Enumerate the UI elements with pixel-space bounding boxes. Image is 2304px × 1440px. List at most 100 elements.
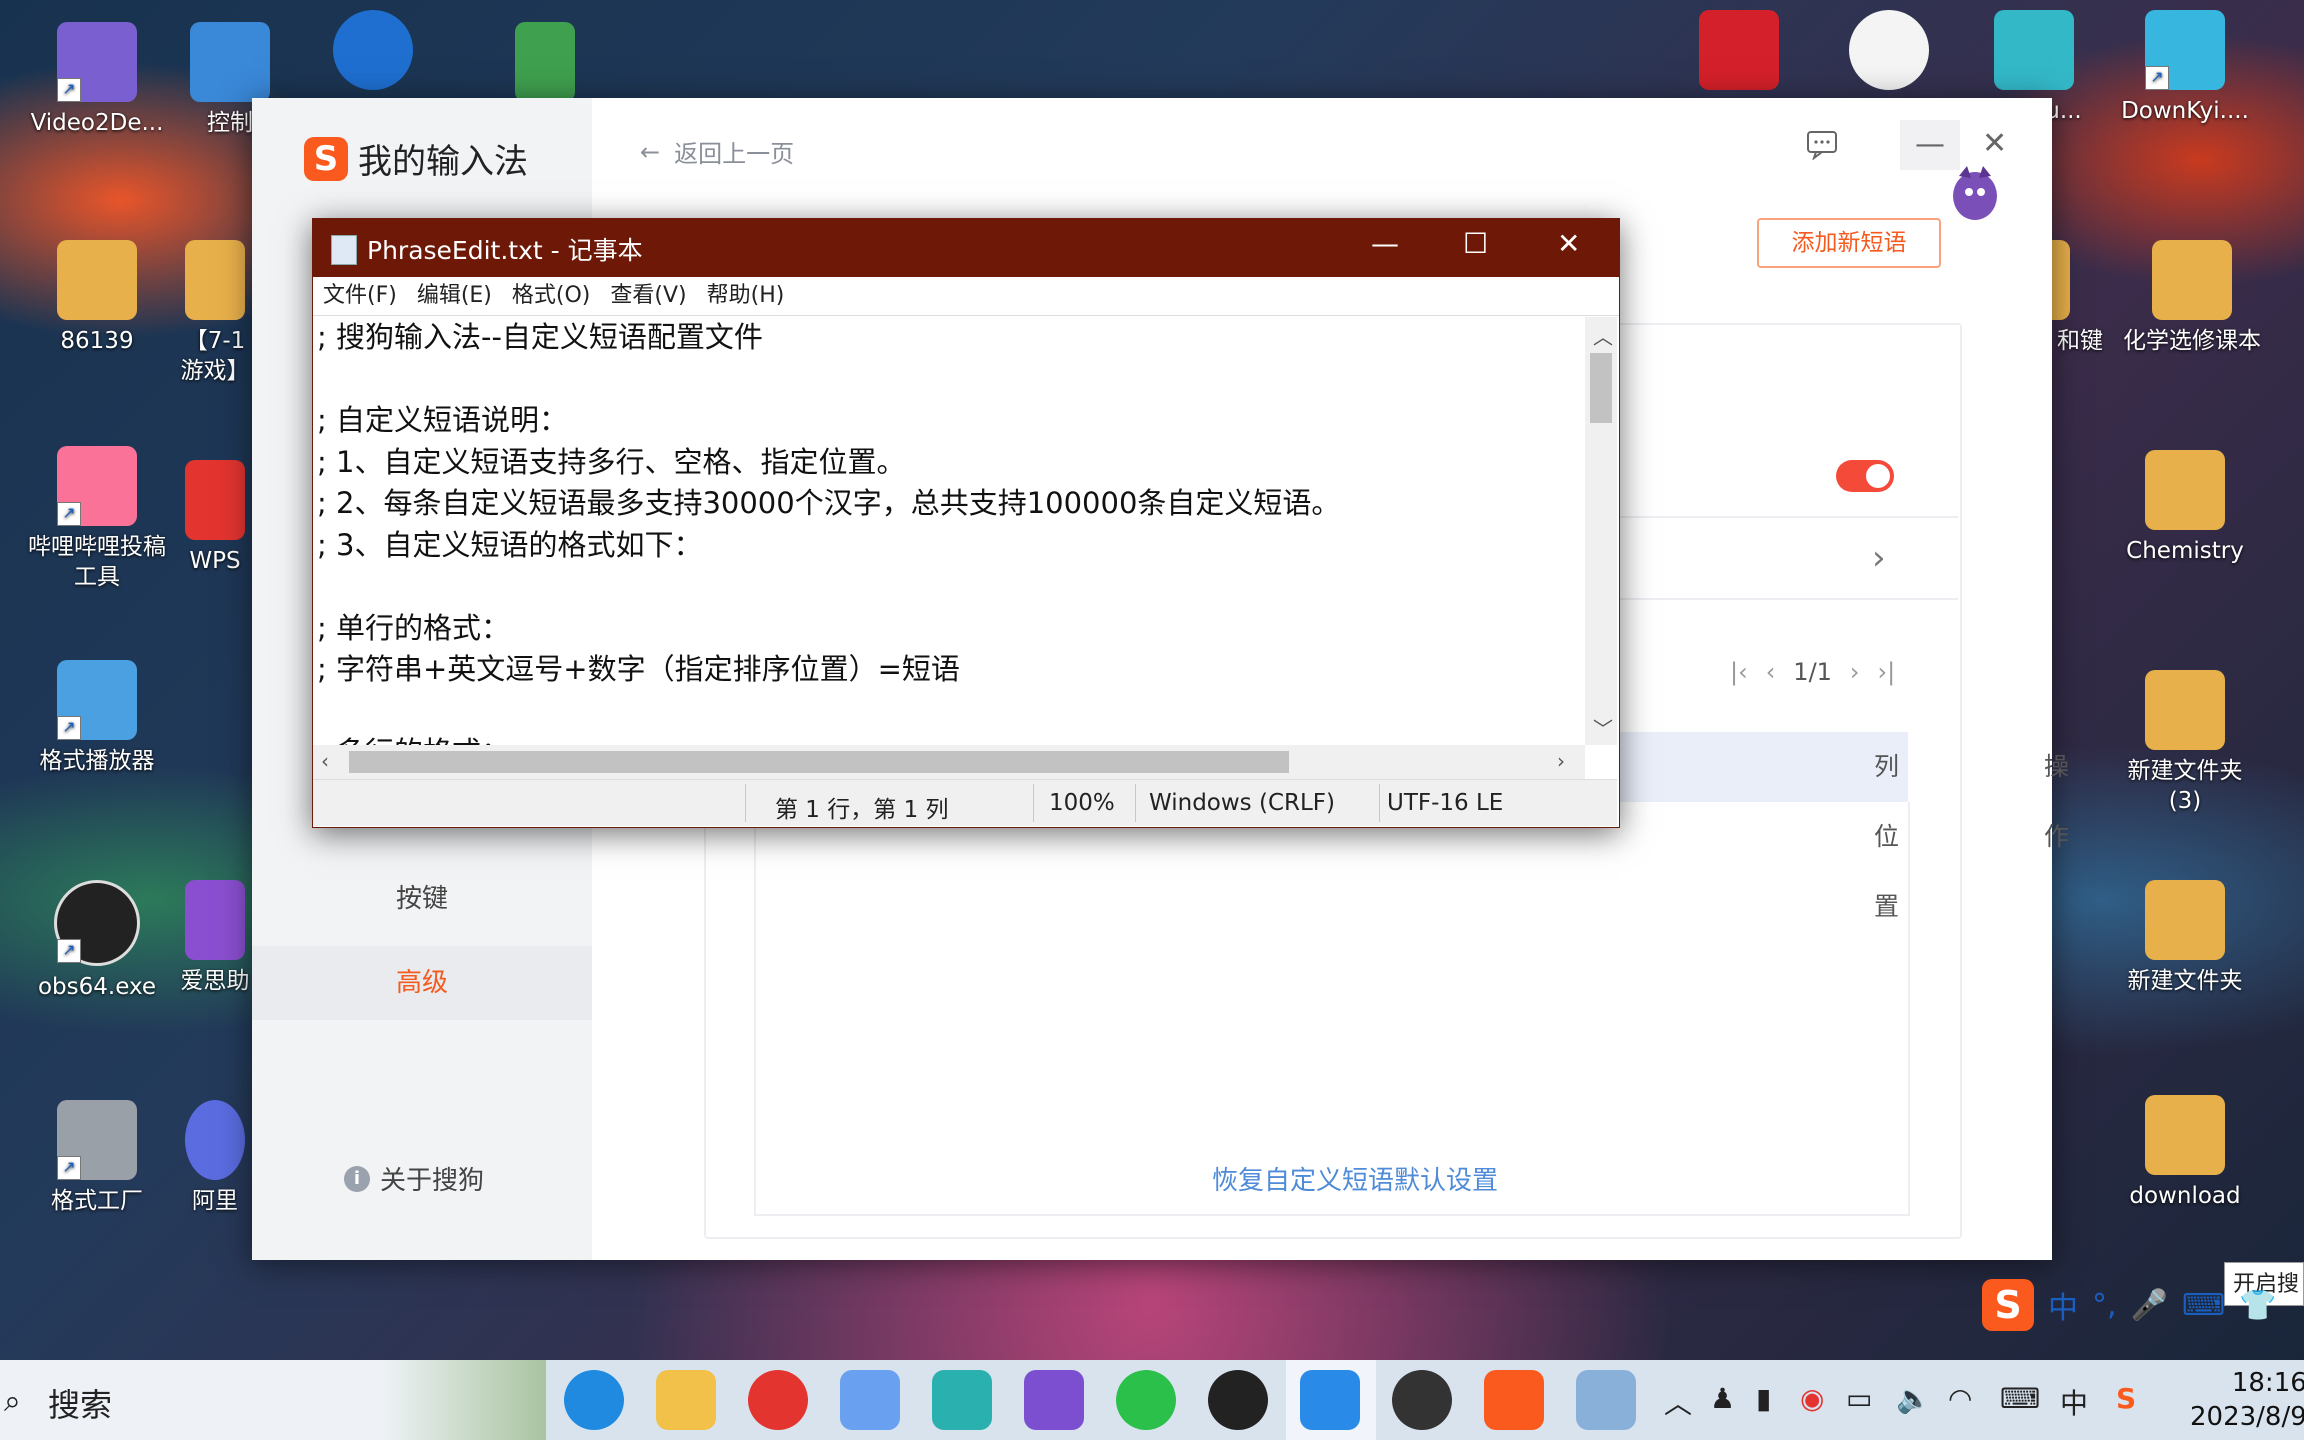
desktop-icon-aisi[interactable]: 爱思助 [170, 880, 260, 996]
desktop-icon-chemistry[interactable]: Chemistry [2110, 450, 2260, 566]
desktop-icon-game-folder[interactable]: 【7-1 游戏】 [170, 240, 260, 386]
menu-file[interactable]: 文件(F) [323, 277, 397, 315]
keyboard-icon[interactable]: ⌨ [2000, 1382, 2040, 1415]
desktop-icon-green[interactable] [500, 22, 590, 108]
menu-edit[interactable]: 编辑(E) [417, 277, 492, 315]
wps-icon [185, 460, 245, 540]
tray-app-icon[interactable]: ♟ [1710, 1382, 1735, 1415]
folder-icon [185, 240, 245, 320]
close-button[interactable]: ✕ [1982, 126, 2007, 161]
text-line: ; 单行的格式： [317, 610, 510, 645]
chevron-right-icon[interactable]: › [1872, 538, 1886, 578]
sogou-logo-icon[interactable]: S [1982, 1279, 2034, 1331]
menu-help[interactable]: 帮助(H) [707, 277, 785, 315]
desktop-icon-86139[interactable]: 86139 [22, 240, 172, 356]
desktop-icon-downkyi[interactable]: ↗ DownKyi.... [2110, 10, 2260, 126]
ime-lang-indicator[interactable]: 中 [2060, 1382, 2088, 1422]
next-page-icon[interactable]: › [1850, 658, 1860, 686]
desktop-icon-red-hex[interactable] [1664, 10, 1814, 96]
desktop-icon-ali[interactable]: 阿里 [170, 1100, 260, 1216]
scroll-up-icon[interactable]: ︿ [1593, 321, 1613, 350]
last-page-icon[interactable]: ›| [1878, 658, 1896, 686]
desktop-icon-iu[interactable] [318, 10, 428, 96]
desktop-icon-bilibili[interactable]: ↗ 哔哩哔哩投稿工具 [22, 446, 172, 592]
wechat-icon[interactable] [1116, 1370, 1176, 1430]
scroll-left-icon[interactable]: ‹ [321, 749, 329, 773]
sogou-icon[interactable] [1484, 1370, 1544, 1430]
obs-icon[interactable] [1392, 1370, 1452, 1430]
desktop-icon-obs[interactable]: ↗ obs64.exe [22, 880, 172, 1002]
app-icon[interactable] [932, 1370, 992, 1430]
notepad-icon[interactable] [1576, 1370, 1636, 1430]
feedback-icon[interactable] [1806, 130, 1838, 168]
skin-icon[interactable]: 👕 [2239, 1288, 2276, 1323]
netease-music-icon[interactable] [748, 1370, 808, 1430]
desktop-icon-download[interactable]: download [2110, 1095, 2260, 1211]
sogou-logo-icon: S [304, 136, 348, 181]
notepad-text-area[interactable]: ; 搜狗输入法--自定义短语配置文件 ; 自定义短语说明： ; 1、自定义短语支… [313, 317, 1589, 745]
ime-toolbar: S 中 °, 🎤 ⌨ 👕 [1982, 1270, 2304, 1340]
ime-lang-toggle[interactable]: 中 [2048, 1283, 2078, 1327]
microphone-icon[interactable]: ▮ [1756, 1382, 1771, 1415]
chevron-up-icon[interactable]: ︿ [1664, 1382, 1692, 1422]
about-sogou-link[interactable]: i 关于搜狗 [344, 1160, 484, 1197]
qq-icon[interactable] [1208, 1370, 1268, 1430]
first-page-icon[interactable]: |‹ [1730, 658, 1748, 686]
sidebar-item-keys[interactable]: 按键 [252, 862, 592, 936]
volume-icon[interactable]: 🔈 [1896, 1382, 1931, 1415]
clock[interactable]: 18:16 2023/8/9 [2190, 1366, 2304, 1434]
desktop-icon-flower[interactable] [1814, 10, 1964, 96]
microphone-icon[interactable]: 🎤 [2131, 1288, 2168, 1323]
maximize-button[interactable]: ☐ [1463, 227, 1488, 260]
sidebar-item-advanced[interactable]: 高级 [252, 946, 592, 1020]
scroll-right-icon[interactable]: › [1557, 749, 1565, 773]
restore-default-link[interactable]: 恢复自定义短语默认设置 [1212, 1160, 1498, 1197]
prev-page-icon[interactable]: ‹ [1766, 658, 1776, 686]
horizontal-scrollbar[interactable]: ‹ › [313, 745, 1585, 779]
sogou-tray-icon[interactable]: S [2116, 1382, 2136, 1415]
add-phrase-button[interactable]: 添加新短语 [1757, 218, 1941, 268]
desktop-icon-format-factory[interactable]: ↗ 格式工厂 [22, 1100, 172, 1216]
desktop-icon-new-folder[interactable]: 新建文件夹 [2110, 880, 2260, 996]
feishu-icon[interactable] [1300, 1370, 1360, 1430]
vertical-scrollbar[interactable]: ︿ ﹀ [1585, 317, 1617, 745]
minimize-button[interactable]: — [1371, 227, 1399, 260]
keyboard-icon[interactable]: ⌨ [2182, 1288, 2225, 1323]
app-icon[interactable] [840, 1370, 900, 1430]
cursor-position: 第 1 行，第 1 列 [775, 797, 949, 823]
file-explorer-icon[interactable] [656, 1370, 716, 1430]
scroll-down-icon[interactable]: ﹀ [1593, 713, 1613, 742]
desktop-icon-video2de[interactable]: ↗ Video2De... [22, 22, 172, 138]
aisi-icon [185, 880, 245, 960]
hexagon-icon [1699, 10, 1779, 90]
text-line: ; 搜狗输入法--自定义短语配置文件 [317, 320, 763, 354]
battery-icon[interactable]: ▭ [1846, 1382, 1872, 1415]
text-line: ; 多行的格式： [317, 732, 1589, 745]
clock-time: 18:16 [2231, 1368, 2304, 1398]
desktop-icon-wps[interactable]: WPS [170, 460, 260, 576]
edge-icon[interactable] [564, 1370, 624, 1430]
desktop-icon-player[interactable]: ↗ 格式播放器 [22, 660, 172, 776]
column-header-position: 列位置 [1874, 752, 1900, 921]
scroll-thumb[interactable] [349, 751, 1289, 773]
encoding: UTF-16 LE [1387, 790, 1504, 816]
back-link[interactable]: ← 返回上一页 [640, 134, 794, 169]
info-icon: i [344, 1165, 370, 1192]
close-button[interactable]: ✕ [1557, 227, 1580, 260]
taskbar-search[interactable]: ⌕ 搜索 [0, 1360, 546, 1440]
enable-toggle[interactable] [1836, 460, 1894, 492]
menu-view[interactable]: 查看(V) [610, 277, 686, 315]
visual-studio-icon[interactable] [1024, 1370, 1084, 1430]
desktop-icon-chem-book[interactable]: 化学选修课本 [2110, 240, 2274, 356]
desktop-icon-hejian[interactable]: 和键 [2040, 240, 2120, 356]
text-line: ; 自定义短语说明： [317, 403, 568, 437]
desktop-icon-new-folder-3[interactable]: 新建文件夹 (3) [2110, 670, 2260, 816]
scroll-thumb[interactable] [1590, 353, 1612, 423]
menu-format[interactable]: 格式(O) [512, 277, 590, 315]
wifi-icon[interactable]: ◠ [1948, 1382, 1972, 1415]
miku-icon [1994, 10, 2074, 90]
punctuation-icon[interactable]: °, [2092, 1288, 2117, 1323]
notepad-titlebar[interactable]: PhraseEdit.txt - 记事本 — ☐ ✕ [313, 219, 1619, 277]
text-line [317, 359, 1589, 401]
netease-tray-icon[interactable]: ◉ [1800, 1382, 1824, 1415]
